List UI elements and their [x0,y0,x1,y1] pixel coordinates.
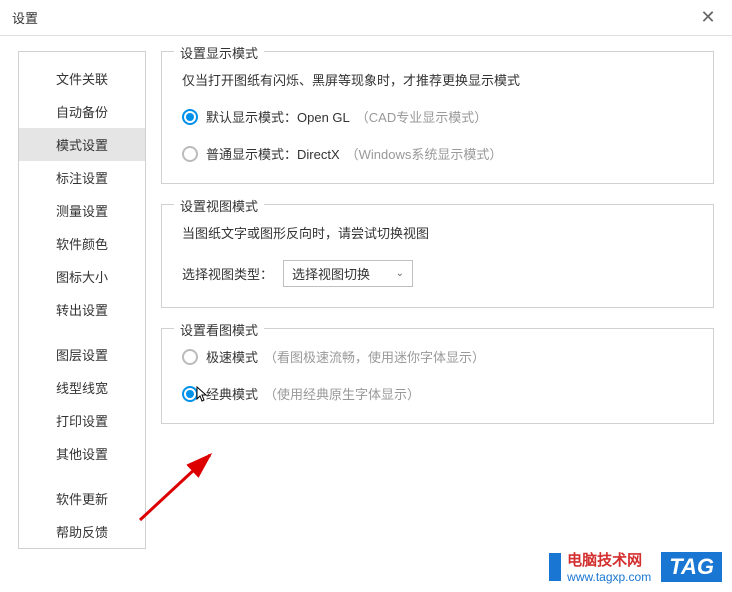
view-type-row: 选择视图类型： 选择视图切换 ⌄ [182,260,693,287]
sidebar-item-feedback[interactable]: 帮助反馈 [19,515,145,548]
sidebar-item-mode-settings[interactable]: 模式设置 [19,128,145,161]
sidebar-item-print[interactable]: 打印设置 [19,404,145,437]
fieldset-view-mode: 设置视图模式 当图纸文字或图形反向时，请尝试切换视图 选择视图类型： 选择视图切… [161,204,714,308]
sidebar-item-icon-size[interactable]: 图标大小 [19,260,145,293]
select-value: 选择视图切换 [292,264,370,283]
sidebar-item-linetype[interactable]: 线型线宽 [19,371,145,404]
sidebar-item-auto-backup[interactable]: 自动备份 [19,95,145,128]
watermark-url: www.tagxp.com [567,570,651,584]
chevron-down-icon: ⌄ [396,268,404,279]
view-type-select[interactable]: 选择视图切换 ⌄ [283,260,413,287]
dialog-title: 设置 [12,8,38,27]
fieldset-display-mode: 设置显示模式 仅当打开图纸有闪烁、黑屏等现象时，才推荐更换显示模式 默认显示模式… [161,51,714,184]
watermark-bar [549,553,561,581]
fieldset-legend: 设置看图模式 [174,320,264,339]
view-mode-hint: 当图纸文字或图形反向时，请尝试切换视图 [182,223,693,242]
fieldset-legend: 设置视图模式 [174,196,264,215]
watermark-title: 电脑技术网 [567,549,642,570]
fieldset-legend: 设置显示模式 [174,43,264,62]
sidebar-item-measure[interactable]: 测量设置 [19,194,145,227]
radio-label: 普通显示模式：DirectX [206,144,340,163]
radio-label: 极速模式 [206,347,258,366]
radio-note: （CAD专业显示模式） [356,107,487,126]
watermark: 电脑技术网 www.tagxp.com TAG [549,549,722,584]
radio-note: （Windows系统显示模式） [346,144,503,163]
radio-icon [182,109,198,125]
sidebar-item-file-assoc[interactable]: 文件关联 [19,62,145,95]
select-label: 选择视图类型： [182,264,273,283]
radio-fast-mode[interactable]: 极速模式 （看图极速流畅，使用迷你字体显示） [182,347,693,366]
radio-label: 默认显示模式：Open GL [206,107,350,126]
sidebar: 文件关联 自动备份 模式设置 标注设置 测量设置 软件颜色 图标大小 转出设置 … [18,51,146,549]
radio-classic-mode[interactable]: 经典模式 （使用经典原生字体显示） [182,384,693,403]
sidebar-item-other[interactable]: 其他设置 [19,437,145,470]
radio-icon [182,146,198,162]
radio-icon [182,386,198,402]
close-icon[interactable]: ✕ [696,7,720,28]
radio-directx[interactable]: 普通显示模式：DirectX （Windows系统显示模式） [182,144,693,163]
sidebar-item-update[interactable]: 软件更新 [19,482,145,515]
radio-icon [182,349,198,365]
radio-note: （使用经典原生字体显示） [264,384,420,403]
watermark-text: 电脑技术网 www.tagxp.com [567,549,651,584]
sidebar-item-export[interactable]: 转出设置 [19,293,145,326]
dialog-header: 设置 ✕ [0,0,732,36]
sidebar-item-layer[interactable]: 图层设置 [19,338,145,371]
dialog-content: 文件关联 自动备份 模式设置 标注设置 测量设置 软件颜色 图标大小 转出设置 … [0,36,732,564]
display-mode-hint: 仅当打开图纸有闪烁、黑屏等现象时，才推荐更换显示模式 [182,70,693,89]
radio-note: （看图极速流畅，使用迷你字体显示） [264,347,485,366]
sidebar-item-color[interactable]: 软件颜色 [19,227,145,260]
watermark-tag: TAG [661,552,722,582]
radio-opengl[interactable]: 默认显示模式：Open GL （CAD专业显示模式） [182,107,693,126]
main-panel: 设置显示模式 仅当打开图纸有闪烁、黑屏等现象时，才推荐更换显示模式 默认显示模式… [161,51,714,549]
fieldset-read-mode: 设置看图模式 极速模式 （看图极速流畅，使用迷你字体显示） 经典模式 （使用经典… [161,328,714,424]
radio-label: 经典模式 [206,384,258,403]
sidebar-item-annotation[interactable]: 标注设置 [19,161,145,194]
